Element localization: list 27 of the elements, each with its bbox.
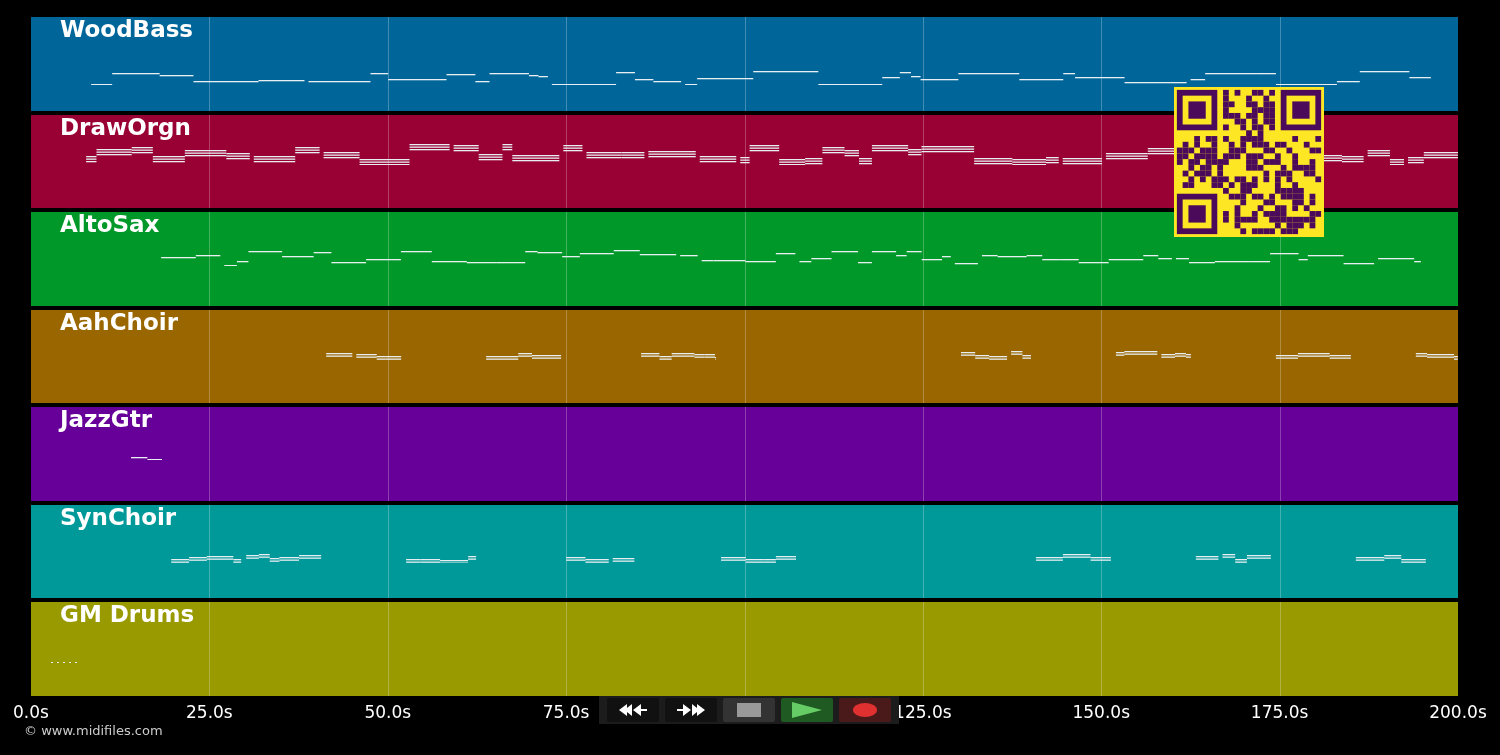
time-tick-label: 200.0s: [1429, 700, 1487, 724]
track-name: SynChoir: [60, 505, 177, 529]
time-tick-label: 150.0s: [1072, 700, 1130, 724]
play-button[interactable]: [781, 697, 833, 722]
forward-button[interactable]: [665, 697, 717, 722]
record-icon: [853, 702, 877, 717]
time-tick-label: 125.0s: [894, 700, 952, 724]
note-drawing: [131, 457, 163, 461]
track-name: WoodBass: [60, 18, 194, 41]
time-tick-label: 25.0s: [186, 700, 233, 724]
fast-forward-icon: [677, 702, 705, 717]
track-name: JazzGtr: [60, 408, 153, 431]
time-tick-label: 50.0s: [364, 700, 412, 724]
track-name: DrawOrgn: [60, 115, 191, 139]
track-name: AltoSax: [60, 213, 160, 236]
time-tick-label: 175.0s: [1250, 700, 1309, 724]
track-name: GM Drums: [60, 603, 195, 626]
track-name: AahChoir: [60, 310, 178, 334]
time-tick-label: 75.0s: [542, 700, 590, 724]
time-tick-label: 0.0s: [13, 700, 49, 724]
rewind-icon: [619, 702, 647, 717]
rewind-button[interactable]: [607, 697, 659, 722]
stop-icon: [737, 702, 761, 717]
record-button[interactable]: [839, 697, 891, 722]
copyright-text: © www.midifiles.com: [24, 721, 163, 740]
stop-button[interactable]: [723, 697, 775, 722]
play-icon: [792, 701, 822, 718]
